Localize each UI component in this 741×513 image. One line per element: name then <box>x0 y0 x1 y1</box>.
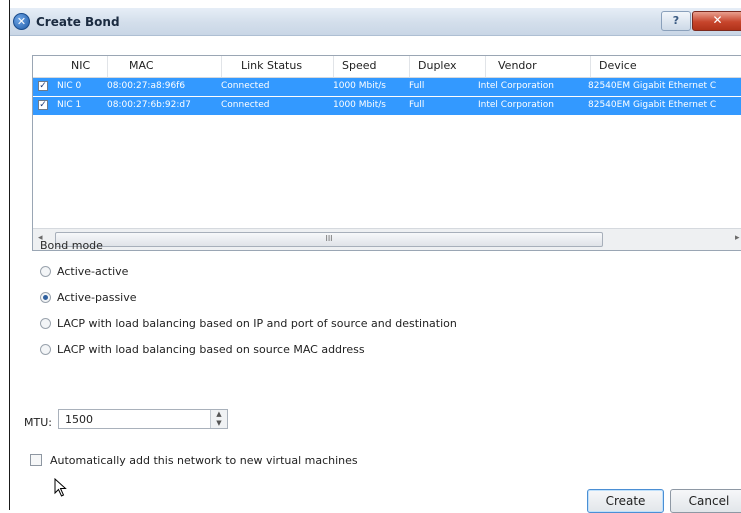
speed-cell: 1000 Mbit/s <box>333 100 386 110</box>
vendor-cell: Intel Corporation <box>478 100 554 110</box>
dialog-body: NIC MAC Link Status Speed Duplex Vendor … <box>10 36 741 513</box>
mac-cell: 08:00:27:a8:96f6 <box>107 81 186 91</box>
mac-cell: 08:00:27:6b:92:d7 <box>107 100 191 110</box>
column-separator <box>333 56 334 77</box>
radio-label[interactable]: LACP with load balancing based on source… <box>57 343 365 356</box>
column-header-device[interactable]: Device <box>599 59 637 72</box>
link-status-cell: Connected <box>221 81 270 91</box>
duplex-cell: Full <box>409 81 425 91</box>
create-button[interactable]: Create <box>587 489 664 513</box>
duplex-cell: Full <box>409 100 425 110</box>
column-header-speed[interactable]: Speed <box>342 59 376 72</box>
speed-cell: 1000 Mbit/s <box>333 81 386 91</box>
nic-cell: NIC 1 <box>57 100 82 110</box>
bond-mode-title: Bond mode <box>40 239 103 252</box>
help-button[interactable]: ? <box>661 11 691 31</box>
radio-label[interactable]: Active-active <box>57 265 128 278</box>
link-status-cell: Connected <box>221 100 270 110</box>
mtu-value[interactable]: 1500 <box>65 413 93 426</box>
column-separator <box>107 56 108 77</box>
device-cell: 82540EM Gigabit Ethernet C <box>588 100 717 110</box>
table-header: NIC MAC Link Status Speed Duplex Vendor … <box>33 56 741 78</box>
radio-button[interactable] <box>40 266 51 277</box>
mtu-label: MTU: <box>24 416 52 429</box>
mtu-input[interactable]: 1500 ▲ ▼ <box>58 409 228 429</box>
bond-mode-group: Bond mode Active-active Active-passive L… <box>32 233 552 383</box>
auto-add-checkbox[interactable] <box>30 454 42 466</box>
nic-table[interactable]: NIC MAC Link Status Speed Duplex Vendor … <box>32 55 741 251</box>
app-icon: ✕ <box>13 13 30 30</box>
window-title: Create Bond <box>36 15 120 29</box>
mtu-spinner[interactable]: ▲ ▼ <box>210 410 227 428</box>
scroll-right-icon[interactable]: ▸ <box>735 233 740 243</box>
column-header-nic[interactable]: NIC <box>71 59 90 72</box>
radio-button[interactable] <box>40 318 51 329</box>
spin-up-icon[interactable]: ▲ <box>211 410 227 419</box>
close-button[interactable]: ✕ <box>692 11 741 31</box>
column-header-duplex[interactable]: Duplex <box>418 59 457 72</box>
auto-add-label[interactable]: Automatically add this network to new vi… <box>50 454 358 467</box>
nic-1-checkbox[interactable]: ✓ <box>38 100 48 110</box>
radio-button[interactable] <box>40 292 51 303</box>
cancel-button[interactable]: Cancel <box>670 489 741 513</box>
radio-button[interactable] <box>40 344 51 355</box>
device-cell: 82540EM Gigabit Ethernet C <box>588 81 717 91</box>
column-separator <box>221 56 222 77</box>
column-header-link-status[interactable]: Link Status <box>241 59 302 72</box>
radio-label[interactable]: LACP with load balancing based on IP and… <box>57 317 457 330</box>
title-bar[interactable]: ✕ Create Bond ? ✕ <box>10 8 741 36</box>
column-separator <box>409 56 410 77</box>
column-separator <box>485 56 486 77</box>
mouse-pointer-icon <box>54 478 67 497</box>
table-row[interactable]: ✓ NIC 0 08:00:27:a8:96f6 Connected 1000 … <box>33 78 741 96</box>
radio-label[interactable]: Active-passive <box>57 291 137 304</box>
column-header-vendor[interactable]: Vendor <box>498 59 537 72</box>
column-separator <box>590 56 591 77</box>
nic-0-checkbox[interactable]: ✓ <box>38 81 48 91</box>
spin-down-icon[interactable]: ▼ <box>211 419 227 428</box>
table-row[interactable]: ✓ NIC 1 08:00:27:6b:92:d7 Connected 1000… <box>33 97 741 115</box>
nic-cell: NIC 0 <box>57 81 82 91</box>
vendor-cell: Intel Corporation <box>478 81 554 91</box>
column-header-mac[interactable]: MAC <box>129 59 154 72</box>
